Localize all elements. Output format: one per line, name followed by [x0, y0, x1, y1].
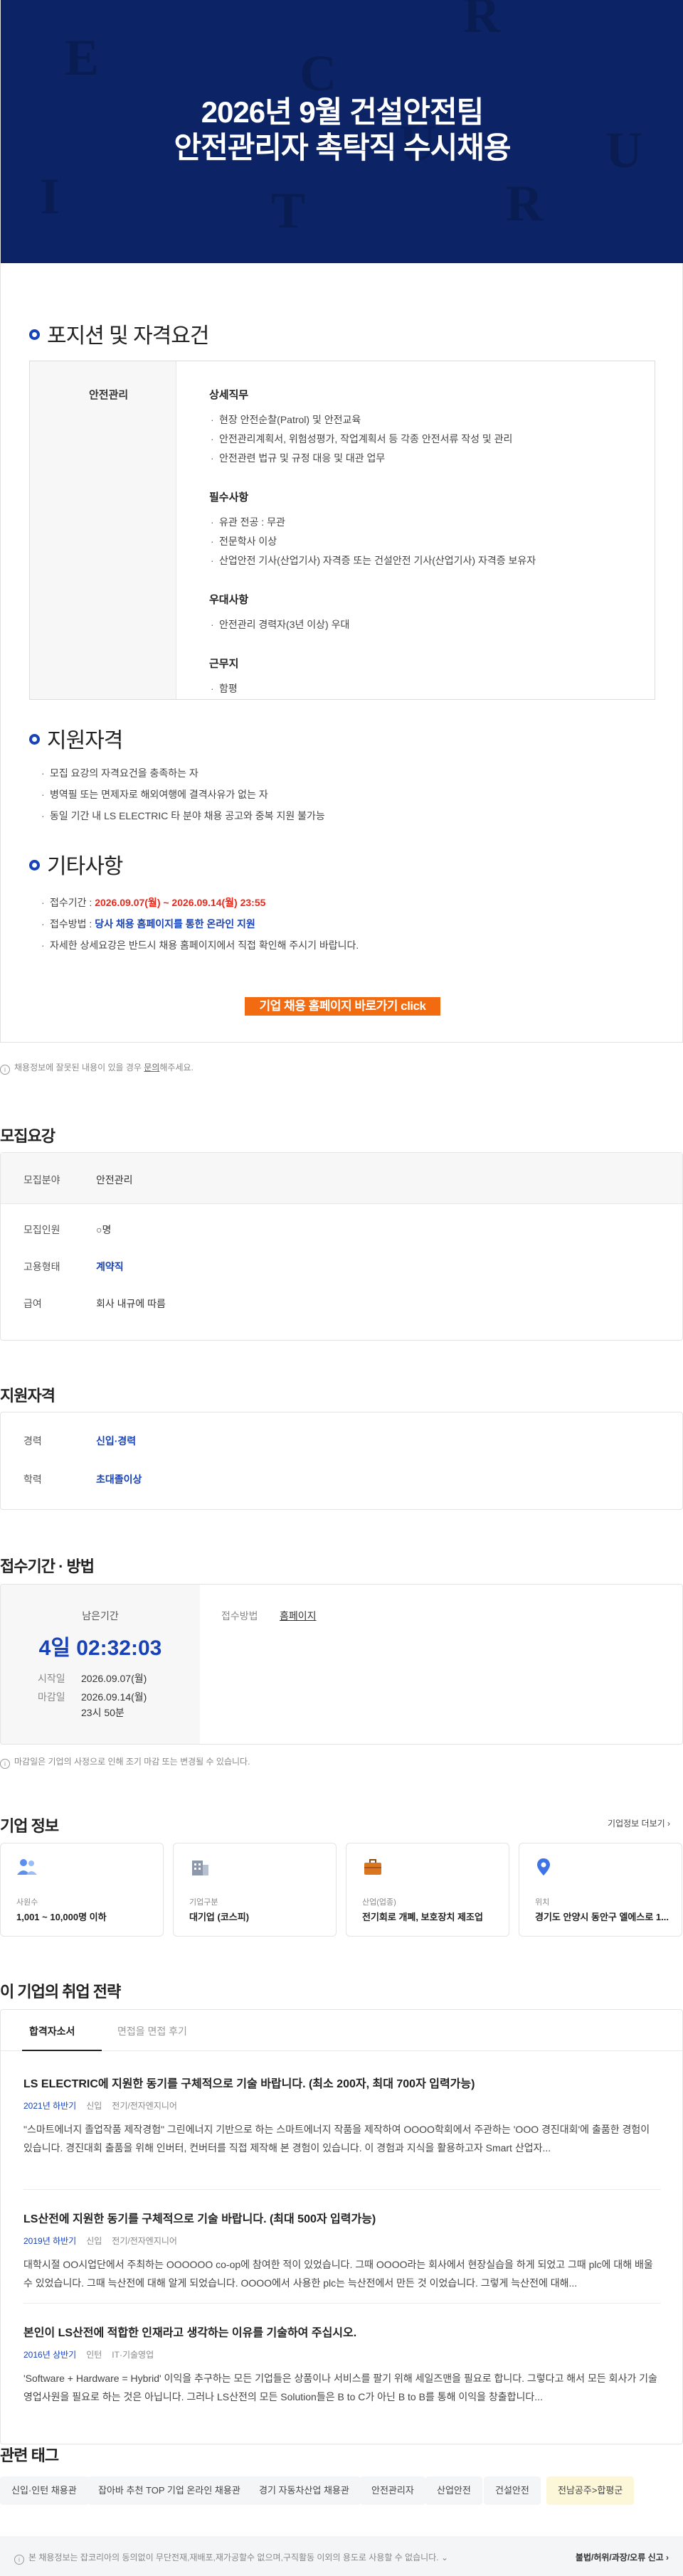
company-card-location[interactable]: 위치 경기도 안양시 동안구 엘에스로 1... [519, 1843, 682, 1937]
countdown-timer: 4일 02:32:03 [38, 1636, 162, 1660]
position-detail-cell: 상세직무 현장 안전순찰(Patrol) 및 안전교육 안전관리계획서, 위험성… [209, 387, 636, 720]
job-posting: E C R U I T R U 2026년 9월 건설안전팀 안전관리자 촉탁직… [0, 0, 683, 1043]
tag-chip[interactable]: 산업안전 [425, 2476, 482, 2505]
tag-chip[interactable]: 신입·인턴 채용관 [0, 2476, 88, 2505]
tag-chip[interactable]: 안전관리자 [360, 2476, 425, 2505]
apply-requirement-title: 지원자격 [0, 1387, 55, 1405]
period-value: 2026.09.07(월) ~ 2026.09.14(월) 23:55 [95, 897, 266, 908]
deadline-title: 접수기간 · 방법 [0, 1558, 95, 1575]
deco-letter: I [40, 168, 60, 225]
company-card-employees[interactable]: 사원수 1,001 ~ 10,000명 이하 [0, 1843, 164, 1937]
company-card-type[interactable]: 기업구분 대기업 (코스피) [173, 1843, 337, 1937]
end-time: 23시 50분 [81, 1707, 125, 1718]
divider [23, 2189, 661, 2190]
recruit-row: 모집분야 안전관리 [1, 1153, 682, 1204]
section-bullet-icon [29, 329, 40, 340]
inquiry-link[interactable]: 문의 [144, 1063, 159, 1073]
hero-title: 2026년 9월 건설안전팀 안전관리자 촉탁직 수시채용 [174, 95, 511, 164]
method-item: 접수방법 : 당사 채용 홈페이지를 통한 온라인 지원 [40, 913, 359, 935]
list-item: 동일 기간 내 LS ELECTRIC 타 분야 채용 공고와 중복 지원 불가… [40, 805, 325, 826]
note-item: 자세한 상세요강은 반드시 채용 홈페이지에서 직접 확인해 주시기 바랍니다. [40, 935, 359, 956]
tag-chip[interactable]: 경기 자동차산업 채용관 [248, 2476, 361, 2505]
divider [23, 2303, 661, 2304]
list-item: 현장 안전순찰(Patrol) 및 안전교육 [209, 410, 636, 430]
tag-chip[interactable]: 전남공주>합평군 [546, 2476, 635, 2505]
list-item: 안전관리계획서, 위험성평가, 작업계획서 등 각종 안전서류 작성 및 관리 [209, 430, 636, 449]
strategy-title: 이 기업의 취업 전략 [0, 1983, 121, 2001]
company-homepage-button[interactable]: 기업 채용 홈페이지 바로가기 click [245, 997, 440, 1016]
info-icon: i [14, 2555, 24, 2565]
strategy-card: 합격자소서 면접을 면접 후기 LS ELECTRIC에 지원한 동기를 구체적… [0, 2009, 683, 2444]
list-item: 산업안전 기사(산업기사) 자격증 또는 건설안전 기사(산업기사) 자격증 보… [209, 551, 636, 570]
article-item[interactable]: LS ELECTRIC에 지원한 동기를 구체적으로 기술 바랍니다. (최소 … [23, 2074, 661, 2157]
recruit-title: 모집요강 [0, 1127, 55, 1145]
company-title: 기업 정보 [0, 1817, 59, 1835]
list-item: 전문학사 이상 [209, 532, 636, 551]
group-required: 필수사항 유관 전공 : 무관 전문학사 이상 산업안전 기사(산업기사) 자격… [209, 489, 636, 570]
recruit-card: 모집분야 안전관리 모집인원 ○명 고용형태 계약직 급여 회사 내규에 따름 [0, 1152, 683, 1341]
strategy-tabs: 합격자소서 면접을 면접 후기 [1, 2010, 682, 2051]
company-card-industry[interactable]: 산업(업종) 전기회로 개폐, 보호장치 제조업 [346, 1843, 509, 1937]
tab-active-indicator [22, 2050, 102, 2051]
report-link[interactable]: 불법/허위/과장/오류 신고 › [576, 2551, 669, 2563]
list-item: 안전관리 경력자(3년 이상) 우대 [209, 615, 636, 634]
position-name-cell: 안전관리 [30, 361, 176, 699]
end-date: 2026.09.14(월) [81, 1691, 147, 1703]
info-icon: i [0, 1759, 10, 1769]
chevron-down-icon[interactable]: ⌄ [441, 2553, 448, 2562]
list-item: 유관 전공 : 무관 [209, 513, 636, 532]
deadline-notice: i 마감일은 기업의 사정으로 인해 조기 마감 또는 변경될 수 있습니다. [0, 1755, 250, 1769]
hero-banner: E C R U I T R U 2026년 9월 건설안전팀 안전관리자 촉탁직… [1, 0, 683, 263]
tab-interview-review[interactable]: 면접을 면접 후기 [117, 2024, 187, 2038]
deco-letter: E [65, 29, 100, 86]
info-icon: i [0, 1065, 10, 1075]
article-item[interactable]: LS산전에 지원한 동기를 구체적으로 기술 바랍니다. (최대 500자 입력… [23, 2209, 661, 2292]
building-icon [192, 1861, 208, 1875]
position-table: 안전관리 상세직무 현장 안전순찰(Patrol) 및 안전교육 안전관리계획서… [29, 361, 655, 700]
deco-letter: R [506, 175, 543, 232]
deco-letter: R [463, 0, 500, 43]
tag-chip[interactable]: 잡아바 추천 TOP 기업 온라인 채용관 [87, 2476, 252, 2505]
list-item: 병역필 또는 면제자로 해외여행에 결격사유가 없는 자 [40, 784, 325, 805]
section-title-position: 포지션 및 자격요건 [29, 318, 209, 349]
section-bullet-icon [29, 860, 40, 871]
tag-chip[interactable]: 건설안전 [484, 2476, 541, 2505]
list-item: 모집 요강의 자격요건을 충족하는 자 [40, 762, 325, 784]
tags-title: 관련 태그 [0, 2447, 59, 2464]
group-preferred: 우대사항 안전관리 경력자(3년 이상) 우대 [209, 592, 636, 634]
bottom-bar: i본 채용정보는 잡코리아의 동의없이 무단전재,재배포,재가공할수 없으며,구… [0, 2536, 683, 2576]
group-detail-duty: 상세직무 현장 안전순찰(Patrol) 및 안전교육 안전관리계획서, 위험성… [209, 387, 636, 468]
list-item: 함평 [209, 679, 636, 698]
deadline-card: 남은기간 4일 02:32:03 시작일 2026.09.07(월) 마감일 2… [0, 1584, 683, 1745]
start-date: 2026.09.07(월) [81, 1673, 147, 1684]
qualification-list: 모집 요강의 자격요건을 충족하는 자 병역필 또는 면제자로 해외여행에 결격… [40, 762, 325, 826]
error-report-notice: i 채용정보에 잘못된 내용이 있을 경우 문의해주세요. [0, 1061, 194, 1075]
article-item[interactable]: 본인이 LS산전에 적합한 인재라고 생각하는 이유를 기술하여 주십시오. 2… [23, 2323, 661, 2406]
briefcase-icon [364, 1859, 381, 1875]
group-location: 근무지 함평 [209, 656, 636, 698]
period-item: 접수기간 : 2026.09.07(월) ~ 2026.09.14(월) 23:… [40, 892, 359, 913]
tab-cover-letter[interactable]: 합격자소서 [29, 2024, 75, 2038]
list-item: 안전관련 법규 및 규정 대응 및 대관 업무 [209, 449, 636, 468]
chevron-right-icon: › [666, 2553, 669, 2562]
section-title-etc: 기타사항 [29, 848, 123, 880]
location-pin-icon [537, 1858, 550, 1875]
method-value: 당사 채용 홈페이지를 통한 온라인 지원 [95, 918, 255, 930]
chevron-right-icon: › [667, 1819, 670, 1829]
remaining-time-panel: 남은기간 4일 02:32:03 시작일 2026.09.07(월) 마감일 2… [1, 1585, 200, 1744]
homepage-link[interactable]: 홈페이지 [280, 1609, 317, 1623]
etc-list: 접수기간 : 2026.09.07(월) ~ 2026.09.14(월) 23:… [40, 892, 359, 956]
company-more-link[interactable]: 기업정보 더보기 › [608, 1817, 670, 1829]
people-icon [17, 1859, 37, 1875]
page: E C R U I T R U 2026년 9월 건설안전팀 안전관리자 촉탁직… [0, 0, 683, 2576]
apply-requirement-card: 경력 신입·경력 학력 초대졸이상 [0, 1412, 683, 1510]
section-bullet-icon [29, 734, 40, 745]
deco-letter: T [271, 182, 306, 239]
section-title-qualification: 지원자격 [29, 723, 123, 754]
